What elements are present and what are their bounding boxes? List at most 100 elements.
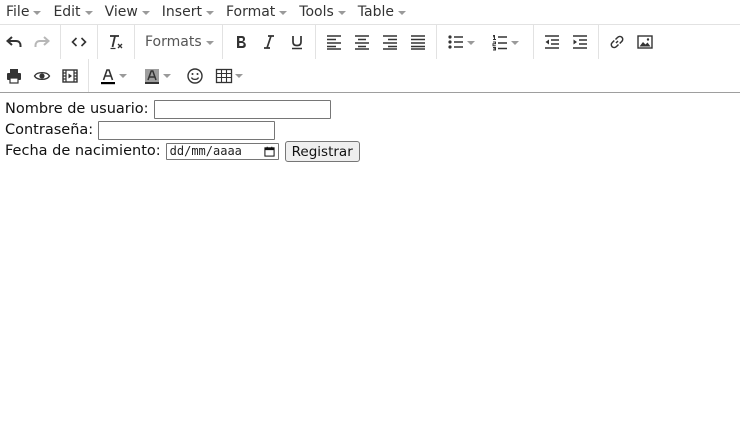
preview-icon	[33, 71, 51, 80]
birthdate-label: Fecha de nacimiento:	[5, 143, 161, 159]
editor-toolbar: Formats	[0, 24, 740, 93]
formats-dropdown[interactable]: Formats	[139, 29, 218, 55]
link-icon	[610, 35, 624, 49]
image-button[interactable]	[631, 29, 659, 55]
register-button[interactable]: Registrar	[284, 141, 360, 162]
italic-button[interactable]	[255, 29, 283, 55]
emoticons-icon	[187, 67, 203, 84]
emoticons-button[interactable]	[181, 63, 209, 89]
clear-formatting-icon	[110, 35, 123, 50]
bold-button[interactable]	[227, 29, 255, 55]
menu-edit-label: Edit	[53, 4, 81, 20]
birthdate-placeholder: dd/mm/aaaa	[169, 144, 242, 158]
background-color-button[interactable]	[137, 63, 181, 89]
table-icon	[215, 68, 233, 83]
chevron-down-icon[interactable]	[510, 40, 519, 45]
clear-formatting-button[interactable]	[102, 29, 130, 55]
underline-button[interactable]	[283, 29, 311, 55]
align-justify-button[interactable]	[404, 29, 432, 55]
chevron-down-icon	[398, 10, 406, 15]
list-group	[435, 25, 533, 59]
menu-view-label: View	[104, 4, 138, 20]
text-style-group	[221, 25, 315, 59]
background-color-icon	[145, 68, 159, 84]
menu-edit[interactable]: Edit	[47, 0, 98, 24]
align-left-button[interactable]	[320, 29, 348, 55]
indent-group	[532, 25, 598, 59]
menu-format-label: Format	[225, 4, 276, 20]
source-code-button[interactable]	[65, 29, 93, 55]
toolbar-row-1: Formats	[0, 25, 740, 59]
numbered-list-icon	[492, 35, 507, 51]
chevron-down-icon	[141, 10, 150, 15]
outdent-icon	[544, 35, 559, 49]
color-group	[88, 59, 257, 92]
align-center-button[interactable]	[348, 29, 376, 55]
formats-label: Formats	[145, 34, 202, 50]
chevron-down-icon	[205, 40, 214, 45]
bullet-list-button[interactable]	[441, 29, 485, 55]
chevron-down-icon	[33, 10, 42, 15]
alignment-group	[314, 25, 436, 59]
text-color-button[interactable]	[93, 63, 137, 89]
menu-tools[interactable]: Tools	[293, 0, 352, 24]
history-group	[0, 25, 60, 59]
menu-insert-label: Insert	[161, 4, 202, 20]
menu-table[interactable]: Table	[352, 0, 412, 24]
insert-group	[597, 25, 663, 59]
password-label: Contraseña:	[5, 122, 94, 138]
chevron-down-icon[interactable]	[119, 74, 127, 78]
menu-tools-label: Tools	[299, 4, 334, 20]
username-row: Nombre de usuario:	[5, 99, 735, 120]
calendar-icon[interactable]	[264, 146, 275, 157]
menu-format[interactable]: Format	[220, 0, 293, 24]
bold-icon	[236, 36, 246, 48]
chevron-down-icon	[337, 10, 346, 15]
indent-button[interactable]	[566, 29, 594, 55]
password-row: Contraseña:	[5, 120, 735, 141]
redo-button[interactable]	[28, 29, 56, 55]
username-input[interactable]	[153, 100, 331, 119]
bullet-list-icon	[448, 35, 463, 49]
indent-icon	[572, 35, 587, 49]
menu-file-label: File	[6, 4, 30, 20]
italic-icon	[263, 35, 274, 49]
chevron-down-icon[interactable]	[235, 74, 243, 78]
formats-group: Formats	[134, 25, 222, 59]
chevron-down-icon[interactable]	[163, 74, 171, 78]
menu-table-label: Table	[357, 4, 394, 20]
source-code-icon	[71, 37, 87, 47]
redo-icon	[34, 36, 51, 47]
table-button[interactable]	[209, 63, 253, 89]
print-icon	[7, 68, 21, 84]
media-button[interactable]	[56, 63, 84, 89]
undo-button[interactable]	[0, 29, 28, 55]
image-icon	[636, 35, 653, 49]
align-left-icon	[326, 35, 341, 50]
chevron-down-icon[interactable]	[466, 40, 475, 45]
menu-view[interactable]: View	[99, 0, 156, 24]
code-group	[60, 25, 97, 59]
text-color-icon	[101, 68, 115, 84]
outdent-button[interactable]	[538, 29, 566, 55]
preview-button[interactable]	[28, 63, 56, 89]
numbered-list-button[interactable]	[485, 29, 529, 55]
password-input[interactable]	[98, 121, 276, 140]
birthdate-input[interactable]: dd/mm/aaaa	[165, 143, 279, 160]
editor-content[interactable]: Nombre de usuario: Contraseña: Fecha de …	[0, 93, 740, 168]
align-right-button[interactable]	[376, 29, 404, 55]
menu-insert[interactable]: Insert	[156, 0, 220, 24]
align-center-icon	[354, 35, 369, 50]
media-icon	[62, 68, 78, 83]
chevron-down-icon	[279, 10, 288, 15]
birthdate-row: Fecha de nacimiento: dd/mm/aaaa Registra…	[5, 141, 735, 162]
print-button[interactable]	[0, 63, 28, 89]
print-group	[0, 59, 88, 92]
undo-icon	[5, 36, 22, 47]
link-button[interactable]	[603, 29, 631, 55]
align-justify-icon	[410, 35, 425, 50]
editor-menubar: File Edit View Insert Format Tools Table	[0, 0, 740, 24]
menu-file[interactable]: File	[0, 0, 47, 24]
align-right-icon	[382, 35, 397, 50]
chevron-down-icon	[84, 10, 93, 15]
